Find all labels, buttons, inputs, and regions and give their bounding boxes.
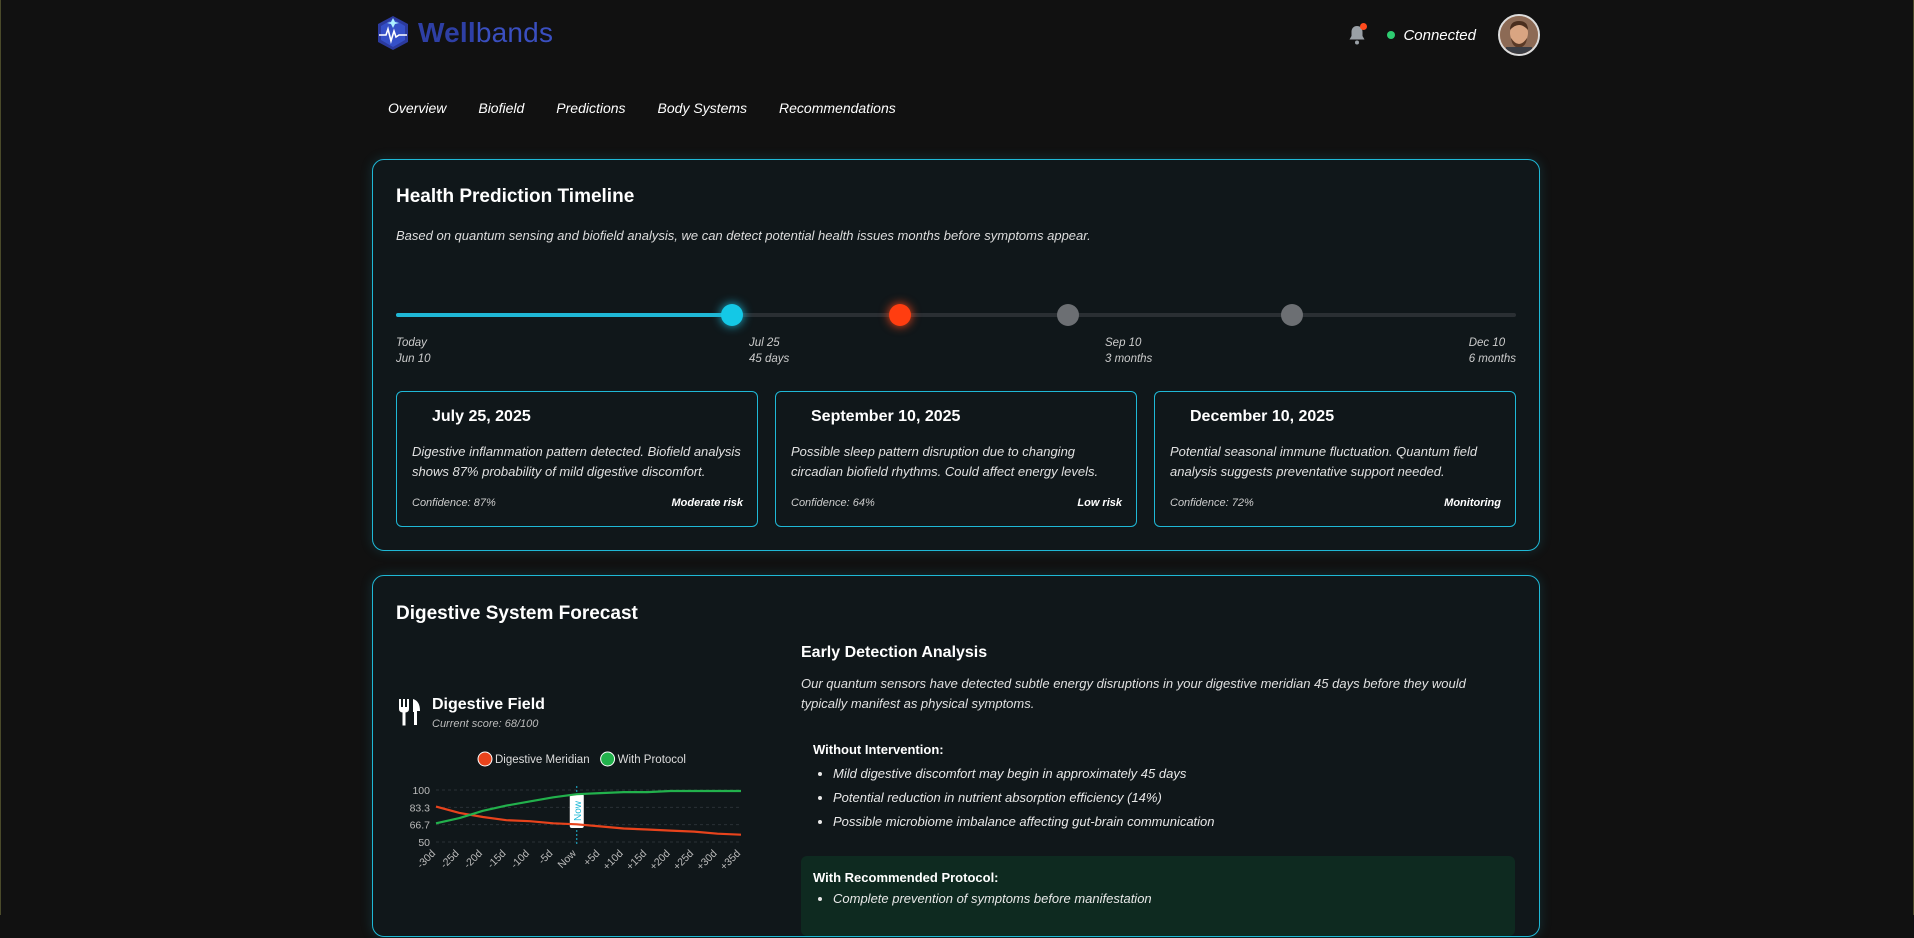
- timeline-label-line1: Today: [396, 337, 427, 349]
- x-tick-label: -25d: [438, 848, 461, 871]
- timeline-label-line2: 45 days: [749, 353, 790, 365]
- without-intervention-list: Mild digestive discomfort may begin in a…: [801, 762, 1215, 834]
- timeline-label-line1: Jul 25: [749, 337, 780, 349]
- timeline-label: Jul 25 45 days: [749, 335, 789, 367]
- tab-biofield[interactable]: Biofield: [462, 96, 540, 120]
- window-edge-left: [0, 0, 1, 915]
- prediction-events: July 25, 2025 Digestive inflammation pat…: [396, 391, 1516, 527]
- timeline-label: Today Jun 10: [396, 335, 431, 367]
- recommended-protocol-panel: With Recommended Protocol: Complete prev…: [801, 856, 1515, 936]
- event-confidence: Confidence: 72%: [1170, 497, 1254, 509]
- x-tick-label: -20d: [462, 848, 485, 871]
- app-container: Wellbands Connected Overview Biofield Pr…: [372, 0, 1540, 937]
- timeline-node-future[interactable]: [1281, 304, 1303, 326]
- tab-recommendations[interactable]: Recommendations: [763, 96, 912, 120]
- forecast-title: Digestive System Forecast: [396, 603, 638, 624]
- tab-predictions[interactable]: Predictions: [540, 96, 641, 120]
- timeline-label-line1: Dec 10: [1468, 337, 1506, 349]
- timeline-title: Health Prediction Timeline: [396, 186, 635, 207]
- brand-name-bold: Well: [418, 17, 476, 48]
- field-score: Current score: 68/100: [432, 718, 539, 730]
- protocol-list: Complete prevention of symptoms before m…: [801, 888, 1152, 910]
- header-actions: Connected: [1345, 14, 1540, 56]
- x-tick-label: +25d: [671, 848, 696, 873]
- user-photo: [1500, 16, 1538, 54]
- timeline-label-line2: Jun 10: [396, 353, 431, 365]
- x-tick-label: +10d: [601, 848, 626, 873]
- event-confidence: Confidence: 87%: [412, 497, 496, 509]
- x-tick-label: +35d: [718, 848, 741, 873]
- timeline-node-current[interactable]: [721, 304, 743, 326]
- y-tick-label: 50: [418, 837, 430, 849]
- connection-status: Connected: [1387, 27, 1476, 44]
- x-tick-label: +20d: [648, 848, 673, 873]
- x-tick-label: -15d: [485, 848, 508, 871]
- list-item: Complete prevention of symptoms before m…: [833, 888, 1152, 910]
- timeline-labels: Today Jun 10 Jul 25 45 days Sep 10 3 mon…: [396, 335, 1516, 365]
- tab-body-systems[interactable]: Body Systems: [642, 96, 763, 120]
- x-tick-label: +5d: [581, 848, 602, 869]
- list-item: Potential reduction in nutrient absorpti…: [833, 786, 1215, 810]
- x-tick-label: Now: [556, 847, 580, 871]
- timeline-node-future[interactable]: [1057, 304, 1079, 326]
- timeline-subtitle: Based on quantum sensing and biofield an…: [396, 228, 1091, 243]
- list-item: Possible microbiome imbalance affecting …: [833, 810, 1215, 834]
- eda-description: Our quantum sensors have detected subtle…: [801, 676, 1466, 711]
- x-tick-label: +30d: [694, 848, 719, 873]
- timeline-label: Sep 10 3 months: [1105, 335, 1152, 367]
- event-description: Potential seasonal immune fluctuation. Q…: [1170, 444, 1478, 479]
- timeline-label: Dec 10 6 months: [1469, 335, 1516, 367]
- x-tick-label: +15d: [624, 848, 649, 873]
- y-tick-label: 66.7: [410, 820, 431, 832]
- legend-marker: [477, 751, 493, 767]
- avatar[interactable]: [1498, 14, 1540, 56]
- logo-icon: [378, 16, 408, 50]
- notifications-button[interactable]: [1345, 23, 1369, 47]
- brand-name-light: bands: [475, 17, 554, 48]
- digestive-forecast-chart: Digestive Meridian With Protocol 100 83.3 66…: [410, 751, 741, 873]
- eda-title: Early Detection Analysis: [801, 644, 988, 661]
- nav-tabs: Overview Biofield Predictions Body Syste…: [372, 96, 1540, 120]
- event-date: July 25, 2025: [432, 408, 531, 425]
- timeline-label-line2: 6 months: [1468, 353, 1516, 365]
- prediction-event-card[interactable]: December 10, 2025 Potential seasonal imm…: [1154, 391, 1516, 527]
- timeline-label-line1: Sep 10: [1105, 337, 1142, 349]
- tab-overview[interactable]: Overview: [372, 96, 462, 120]
- x-tick-label: -5d: [536, 848, 555, 867]
- legend-label: With Protocol: [618, 754, 686, 766]
- header: Wellbands Connected: [372, 0, 1540, 72]
- timeline-track: [396, 300, 1516, 330]
- utensils-icon: [399, 699, 420, 726]
- status-indicator: [1387, 31, 1396, 39]
- timeline-progress: [396, 313, 732, 317]
- event-date: December 10, 2025: [1190, 408, 1335, 425]
- health-prediction-timeline-card: Health Prediction Timeline Based on quan…: [372, 159, 1540, 551]
- event-risk: Monitoring: [1444, 497, 1501, 509]
- legend-marker: [600, 751, 616, 767]
- timeline-node-alert[interactable]: [889, 304, 911, 326]
- list-item: Mild digestive discomfort may begin in a…: [833, 762, 1215, 786]
- event-date: September 10, 2025: [811, 408, 961, 425]
- prediction-event-card[interactable]: September 10, 2025 Possible sleep patter…: [775, 391, 1137, 527]
- x-tick-label: -30d: [415, 848, 438, 871]
- now-marker-label: Now: [573, 800, 584, 821]
- event-risk: Low risk: [1077, 497, 1122, 509]
- event-confidence: Confidence: 64%: [791, 497, 875, 509]
- protocol-title: With Recommended Protocol:: [813, 870, 999, 885]
- y-tick-label: 83.3: [410, 802, 431, 814]
- event-description: Possible sleep pattern disruption due to…: [791, 444, 1099, 479]
- prediction-event-card[interactable]: July 25, 2025 Digestive inflammation pat…: [396, 391, 758, 527]
- status-label: Connected: [1403, 26, 1476, 44]
- brand-name: Wellbands: [418, 17, 553, 49]
- logo[interactable]: Wellbands: [376, 15, 553, 51]
- field-title: Digestive Field: [432, 696, 545, 713]
- without-intervention-title: Without Intervention:: [813, 742, 944, 757]
- x-tick-label: -10d: [509, 848, 532, 871]
- event-risk: Moderate risk: [671, 497, 743, 509]
- digestive-forecast-card: Digestive System Forecast Digestive Fiel…: [372, 575, 1540, 937]
- event-description: Digestive inflammation pattern detected.…: [412, 444, 741, 479]
- timeline-label-line2: 3 months: [1105, 353, 1153, 365]
- y-tick-label: 100: [412, 785, 430, 797]
- legend-label: Digestive Meridian: [495, 754, 590, 766]
